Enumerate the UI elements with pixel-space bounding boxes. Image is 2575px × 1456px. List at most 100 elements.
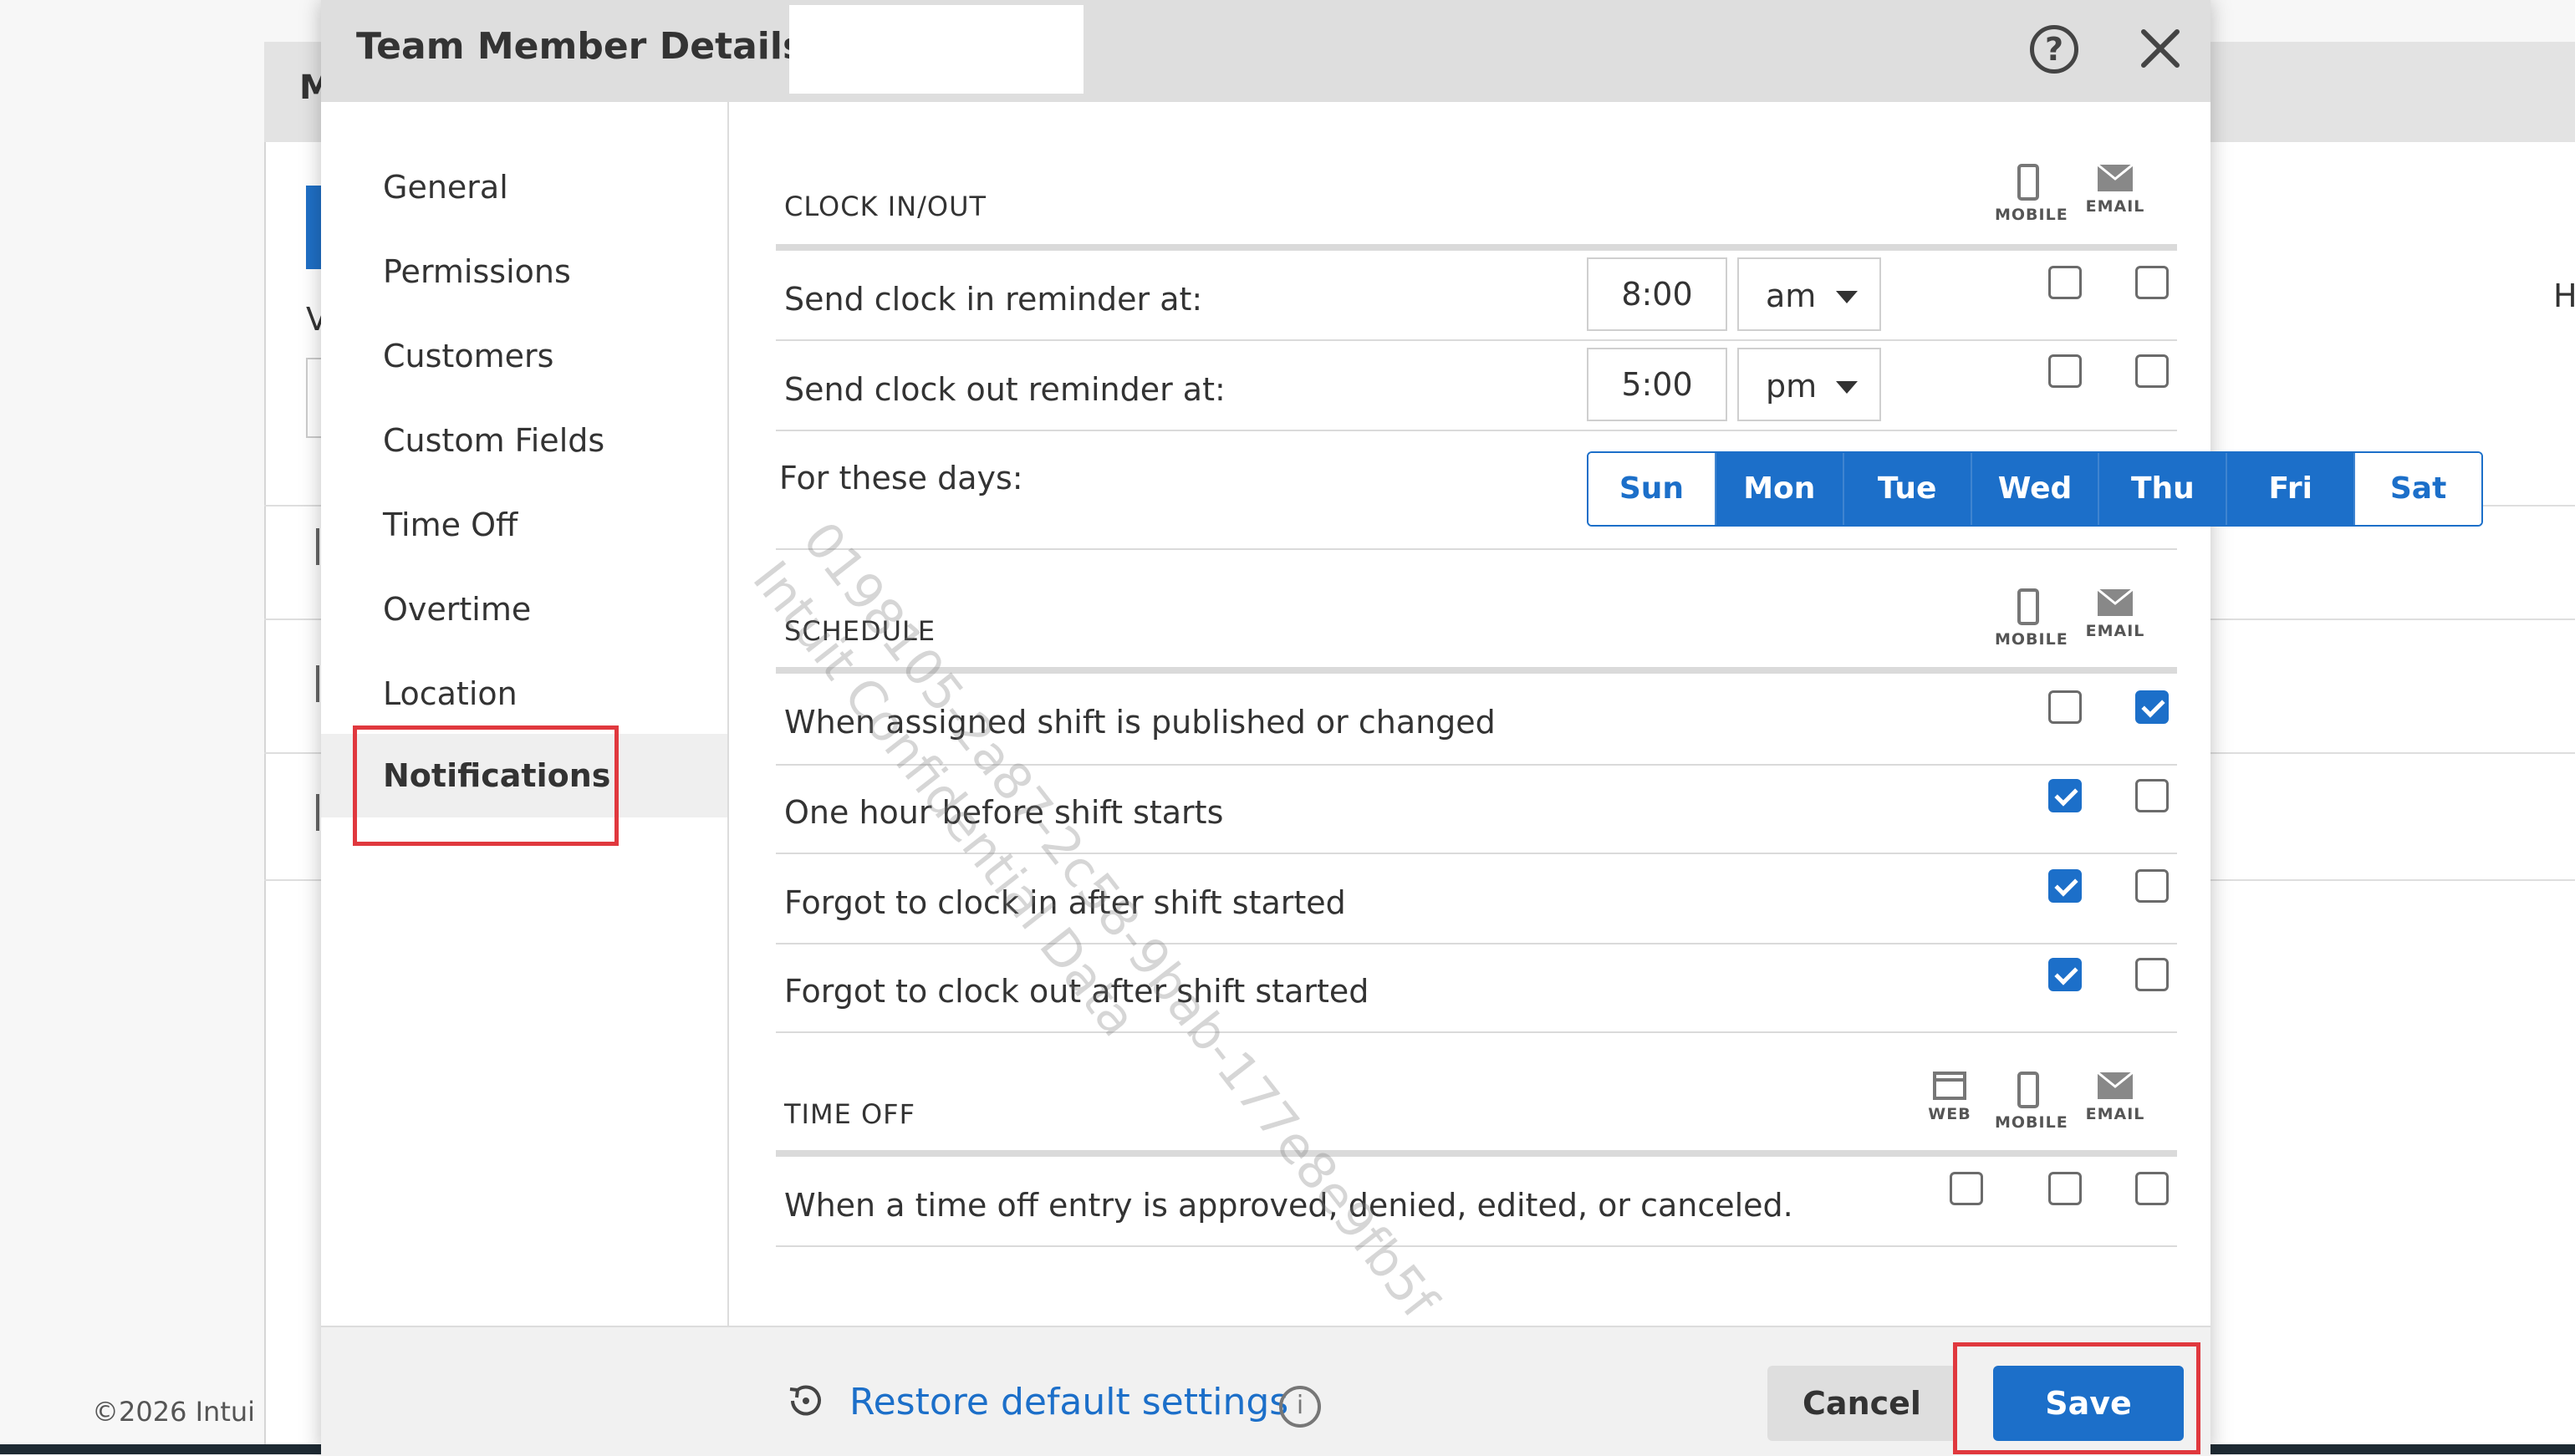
email-label: EMAIL (2085, 197, 2145, 216)
schedule-row-label: Forgot to clock in after shift started (784, 884, 1346, 921)
schedule-forgot-out-mobile-checkbox[interactable] (2048, 958, 2082, 991)
clock-out-mobile-checkbox[interactable] (2048, 354, 2082, 388)
background-label: H (2553, 277, 2575, 314)
time-off-mobile-checkbox[interactable] (2048, 1172, 2082, 1205)
schedule-forgot-out-email-checkbox[interactable] (2135, 958, 2169, 991)
day-tue[interactable]: Tue (1843, 453, 1972, 525)
sidebar-item-custom-fields[interactable]: Custom Fields (321, 399, 727, 482)
dialog-header: Team Member Details – ? (321, 0, 2210, 102)
days-selector: Sun Mon Tue Wed Thu Fri Sat (1587, 451, 2483, 527)
chevron-down-icon (1836, 291, 1858, 303)
sidebar-item-general[interactable]: General (321, 145, 727, 229)
background-row-marker (316, 528, 319, 565)
clock-in-email-checkbox[interactable] (2135, 266, 2169, 299)
column-header-email: EMAIL (2082, 1072, 2149, 1123)
day-mon[interactable]: Mon (1716, 453, 1844, 525)
row-divider (776, 853, 2177, 854)
section-divider (776, 667, 2177, 674)
column-header-email: EMAIL (2082, 164, 2149, 216)
row-divider (776, 1245, 2177, 1247)
clock-in-time-input[interactable]: 8:00 (1587, 257, 1727, 331)
background-row-marker (316, 665, 319, 702)
schedule-row-label: When assigned shift is published or chan… (784, 704, 1496, 741)
notifications-panel: CLOCK IN/OUT MOBILE EMAIL Send clock in … (776, 102, 2483, 1326)
dialog-footer: Restore default settings i Cancel Save (321, 1326, 2210, 1456)
row-divider (776, 339, 2177, 341)
email-icon (2097, 588, 2134, 616)
time-off-web-checkbox[interactable] (1950, 1172, 1983, 1205)
save-button[interactable]: Save (1993, 1366, 2184, 1441)
team-member-details-dialog: Team Member Details – ? General Permissi… (321, 0, 2483, 1456)
column-header-mobile: MOBILE (1995, 164, 2068, 224)
column-header-web: WEB (1916, 1072, 1983, 1123)
mobile-label: MOBILE (1995, 630, 2068, 649)
clock-out-ampm-select[interactable]: pm (1737, 348, 1881, 421)
email-icon (2097, 164, 2134, 191)
section-divider (776, 244, 2177, 251)
section-divider (776, 1150, 2177, 1157)
mobile-label: MOBILE (1995, 1113, 2068, 1132)
restore-default-settings-link[interactable]: Restore default settings (849, 1381, 1288, 1423)
sidebar-item-customers[interactable]: Customers (321, 314, 727, 398)
section-title-time-off: TIME OFF (784, 1098, 915, 1130)
row-divider (776, 548, 2177, 550)
section-title-schedule: SCHEDULE (784, 615, 936, 647)
sidebar-item-overtime[interactable]: Overtime (321, 568, 727, 651)
column-headers-schedule: MOBILE EMAIL (1995, 588, 2179, 664)
sidebar-item-location[interactable]: Location (321, 652, 727, 736)
time-off-row-label: When a time off entry is approved, denie… (784, 1187, 1793, 1224)
row-divider (776, 764, 2177, 766)
row-divider (776, 943, 2177, 944)
schedule-row-label: One hour before shift starts (784, 794, 1224, 831)
clock-in-ampm-select[interactable]: am (1737, 257, 1881, 331)
close-icon[interactable] (2137, 25, 2184, 72)
day-thu[interactable]: Thu (2099, 453, 2228, 525)
background-row-marker (316, 794, 319, 831)
schedule-forgot-in-email-checkbox[interactable] (2135, 869, 2169, 903)
chevron-down-icon (1836, 381, 1858, 394)
redacted-name (789, 5, 1084, 94)
web-label: WEB (1928, 1105, 1971, 1123)
email-icon (2097, 1072, 2134, 1099)
column-header-email: EMAIL (2082, 588, 2149, 640)
dialog-sidebar: General Permissions Customers Custom Fie… (321, 102, 729, 1326)
help-icon[interactable]: ? (2030, 25, 2078, 74)
dialog-title: Team Member Details – (356, 25, 836, 68)
clock-out-email-checkbox[interactable] (2135, 354, 2169, 388)
schedule-forgot-in-mobile-checkbox[interactable] (2048, 869, 2082, 903)
email-label: EMAIL (2085, 622, 2145, 640)
restore-icon[interactable] (784, 1379, 828, 1423)
copyright-text: ©2026 Intui (92, 1396, 256, 1428)
clock-out-time-input[interactable]: 5:00 (1587, 348, 1727, 421)
section-title-clock: CLOCK IN/OUT (784, 191, 987, 222)
clock-out-ampm-value: pm (1766, 368, 1818, 405)
mobile-label: MOBILE (1995, 206, 2068, 224)
schedule-one-hour-email-checkbox[interactable] (2135, 779, 2169, 812)
sidebar-item-permissions[interactable]: Permissions (321, 230, 727, 313)
column-header-mobile: MOBILE (1995, 1072, 2068, 1132)
cancel-button[interactable]: Cancel (1767, 1366, 1956, 1441)
day-sun[interactable]: Sun (1588, 453, 1716, 525)
day-sat[interactable]: Sat (2355, 453, 2481, 525)
sidebar-item-time-off[interactable]: Time Off (321, 483, 727, 567)
clock-in-ampm-value: am (1766, 277, 1817, 314)
row-divider (776, 1031, 2177, 1033)
mobile-icon (2017, 588, 2039, 625)
column-header-mobile: MOBILE (1995, 588, 2068, 649)
sidebar-item-notifications[interactable]: Notifications (321, 734, 727, 817)
info-icon[interactable]: i (1279, 1386, 1321, 1428)
clock-out-label: Send clock out reminder at: (784, 371, 1226, 408)
schedule-one-hour-mobile-checkbox[interactable] (2048, 779, 2082, 812)
clock-in-label: Send clock in reminder at: (784, 281, 1203, 318)
background-blue-button (306, 186, 323, 269)
row-divider (776, 430, 2177, 431)
day-fri[interactable]: Fri (2227, 453, 2356, 525)
column-headers-time-off: WEB MOBILE EMAIL (1916, 1072, 2179, 1147)
time-off-email-checkbox[interactable] (2135, 1172, 2169, 1205)
schedule-published-email-checkbox[interactable] (2135, 690, 2169, 724)
day-wed[interactable]: Wed (1971, 453, 2100, 525)
schedule-row-label: Forgot to clock out after shift started (784, 973, 1369, 1010)
clock-in-mobile-checkbox[interactable] (2048, 266, 2082, 299)
column-headers-clock: MOBILE EMAIL (1995, 164, 2179, 239)
schedule-published-mobile-checkbox[interactable] (2048, 690, 2082, 724)
